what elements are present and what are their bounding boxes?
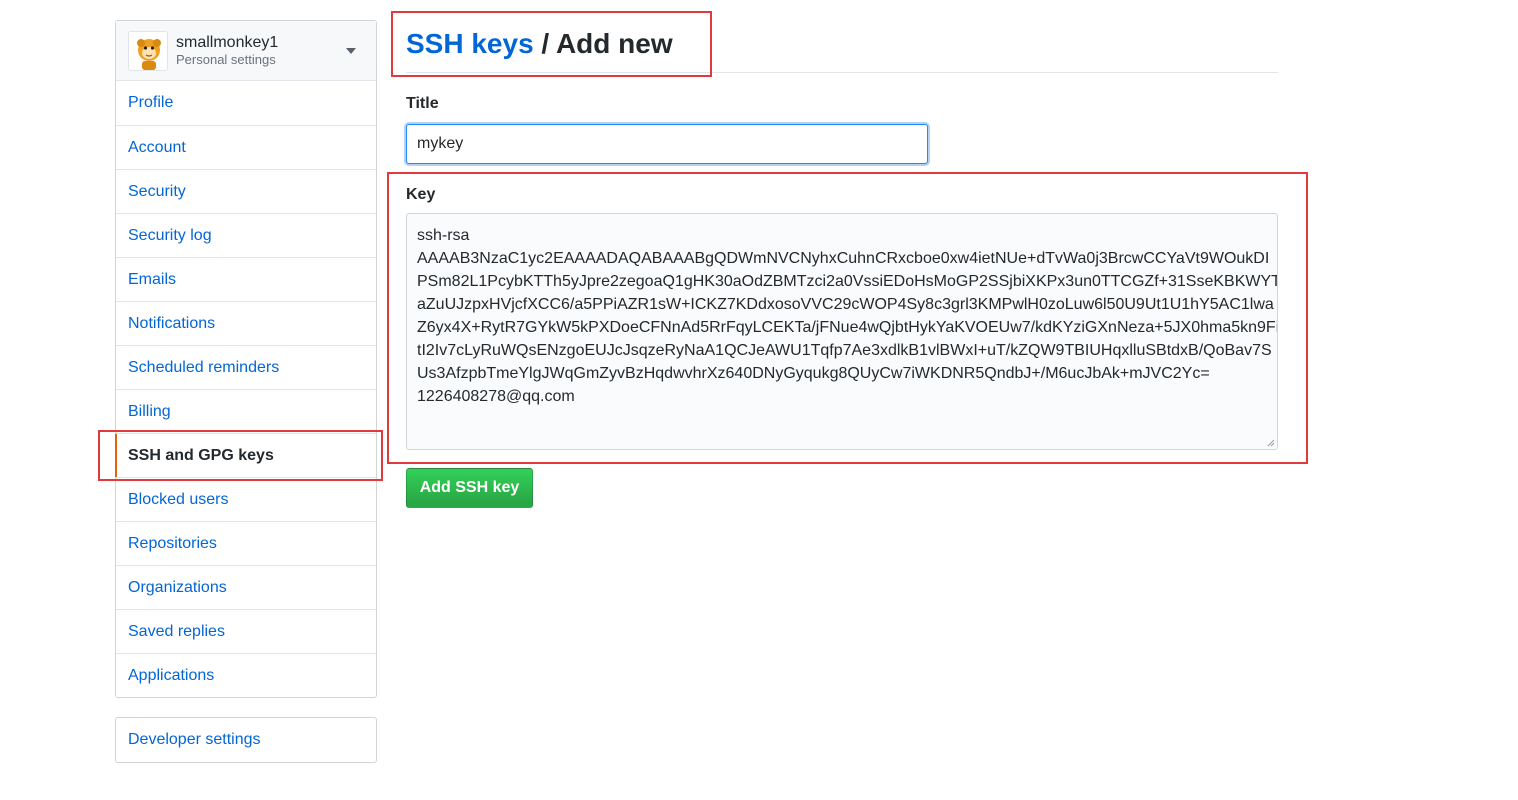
key-text-line: AAAAB3NzaC1yc2EAAAADAQABAAABgQDWmNVCNyhx… <box>417 250 1270 267</box>
sidebar-item-profile[interactable]: Profile <box>116 81 376 125</box>
developer-settings-box: Developer settings <box>115 717 377 763</box>
sidebar-item-blocked-users[interactable]: Blocked users <box>116 477 376 521</box>
sidebar-item-ssh-and-gpg-keys[interactable]: SSH and GPG keys <box>115 433 376 477</box>
settings-menu: Profile Account Security Security log Emails… <box>115 81 376 697</box>
key-text-line: Us3AfzpbTmeYlgJWqGmZyvBzHqdwvhrXz640DNyG… <box>417 365 1210 382</box>
sidebar-item-developer-settings[interactable]: Developer settings <box>116 718 376 762</box>
key-text-line: Z6yx4X+RytR7GYkW5kPXDoeCFNnAd5RrFqyLCEKT… <box>417 319 1278 336</box>
account-switcher[interactable]: smallmonkey1 Personal settings <box>116 21 376 81</box>
breadcrumb-ssh-keys-link[interactable]: SSH keys <box>406 28 534 59</box>
sidebar-item-repositories[interactable]: Repositories <box>116 521 376 565</box>
sidebar-item-billing[interactable]: Billing <box>116 389 376 433</box>
chevron-down-icon[interactable] <box>346 48 356 54</box>
title-label: Title <box>406 95 439 112</box>
title-divider <box>406 72 1278 73</box>
settings-sidebar: smallmonkey1 Personal settings Profile Ac… <box>115 20 377 698</box>
key-textarea[interactable]: ssh-rsa AAAAB3NzaC1yc2EAAAADAQABAAABgQDWm… <box>406 213 1278 450</box>
key-text-line: PSm82L1PcybKTTh5yJpre2zegoaQ1gHK30aOdZBM… <box>417 273 1278 290</box>
add-ssh-key-button[interactable]: Add SSH key <box>406 468 533 508</box>
resize-grip-icon[interactable] <box>1267 439 1275 447</box>
key-label: Key <box>406 186 436 203</box>
key-text-line: ssh-rsa <box>417 227 470 244</box>
account-username: smallmonkey1 <box>176 34 279 51</box>
sidebar-item-notifications[interactable]: Notifications <box>116 301 376 345</box>
key-text: ssh-rsa AAAAB3NzaC1yc2EAAAADAQABAAABgQDWm… <box>417 224 1278 408</box>
sidebar-item-account[interactable]: Account <box>116 125 376 169</box>
sidebar-item-saved-replies[interactable]: Saved replies <box>116 609 376 653</box>
sidebar-item-organizations[interactable]: Organizations <box>116 565 376 609</box>
account-subtitle: Personal settings <box>176 52 276 67</box>
sidebar-item-applications[interactable]: Applications <box>116 653 376 697</box>
title-input[interactable] <box>406 124 928 164</box>
monkey-avatar-icon <box>137 38 161 70</box>
sidebar-item-emails[interactable]: Emails <box>116 257 376 301</box>
key-text-line: aZuUJzpxHVjcfXCC6/a5PPiAZR1sW+ICKZ7KDdxo… <box>417 296 1274 313</box>
page-title: SSH keys / Add new <box>406 24 673 64</box>
sidebar-item-security[interactable]: Security <box>116 169 376 213</box>
breadcrumb-current: / Add new <box>533 28 673 59</box>
key-text-line: 1226408278@qq.com <box>417 388 575 405</box>
sidebar-item-scheduled-reminders[interactable]: Scheduled reminders <box>116 345 376 389</box>
avatar <box>128 30 168 71</box>
key-text-line: tI2Iv7cLyRuWQsENzgoEUJcJsqzeRyNaA1QCJeAW… <box>417 342 1272 359</box>
sidebar-item-security-log[interactable]: Security log <box>116 213 376 257</box>
